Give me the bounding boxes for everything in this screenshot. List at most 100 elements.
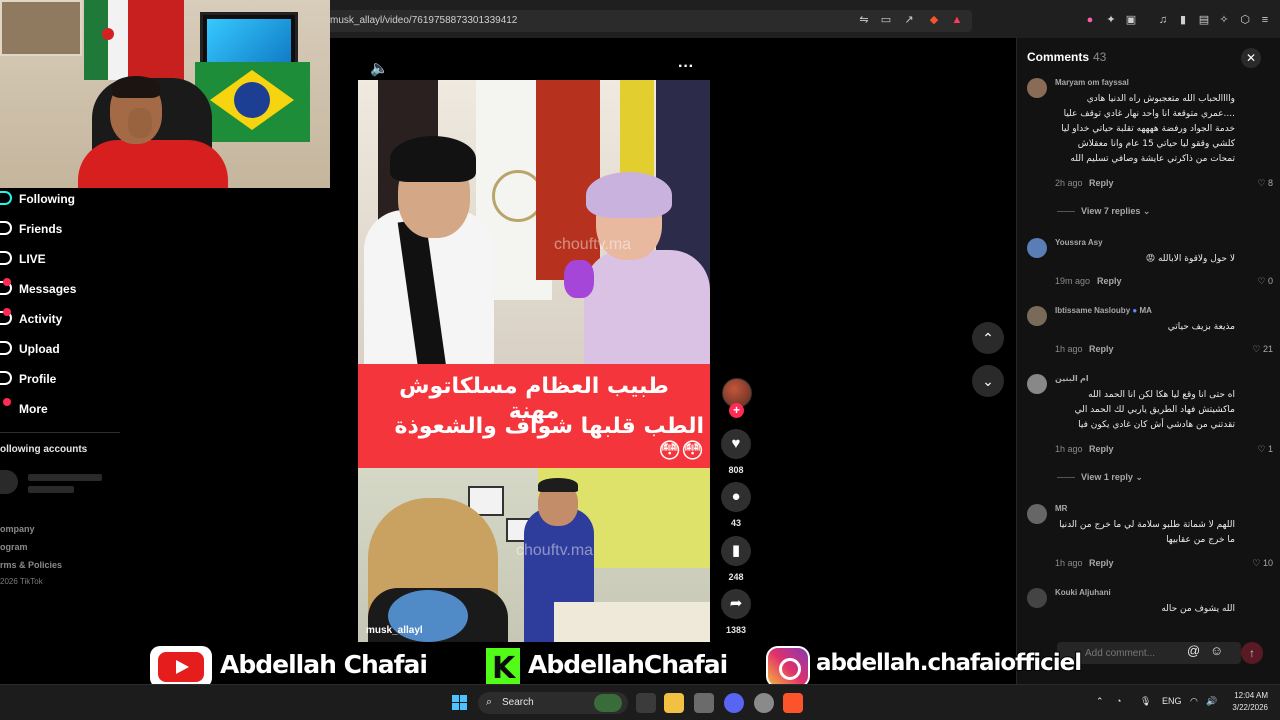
footer-link-company[interactable]: ompany (0, 524, 35, 534)
comment-like-count[interactable]: ♡ 1 (1237, 444, 1273, 455)
comment-username[interactable]: Kouki Aljuhani (1055, 588, 1111, 597)
comment-like-count[interactable]: ♡ 10 (1237, 558, 1273, 569)
follow-plus-icon[interactable]: + (729, 403, 744, 418)
skeleton-line (28, 474, 102, 481)
close-icon: ✕ (1245, 51, 1257, 65)
sidebar-item-live[interactable]: LIVE (0, 248, 140, 270)
sidebar-item-label: Following (19, 192, 75, 206)
file-explorer-icon[interactable] (664, 693, 684, 713)
view-replies-label: View 7 replies (1081, 206, 1141, 216)
search-highlight-icon[interactable] (594, 694, 622, 712)
video-player[interactable]: chouftv.ma طبيب العظام مسلكاتوش مهنة الط… (358, 80, 710, 642)
comment-username[interactable]: ام البنين (1055, 374, 1089, 383)
brave-rewards-icon[interactable]: ▲ (950, 13, 964, 27)
notification-dot (3, 308, 11, 316)
steam-icon[interactable] (754, 693, 774, 713)
comments-count: 43 (1093, 50, 1107, 64)
comment-username[interactable]: MR (1055, 504, 1067, 513)
footer-link-terms[interactable]: rms & Policies (0, 560, 62, 570)
sidebar-item-label: LIVE (19, 252, 46, 266)
comment-username[interactable]: Ibtissame Naslouby ● MA (1055, 306, 1152, 315)
comment-like-count[interactable]: ♡ 0 (1237, 276, 1273, 287)
comment-time: 19m ago (1055, 276, 1091, 286)
sidebar-item-more[interactable]: More (0, 398, 140, 420)
comment-like-count[interactable]: ♡ 21 (1237, 344, 1273, 355)
vpn-icon[interactable]: ⬡ (1238, 13, 1252, 27)
avatar[interactable] (1027, 588, 1047, 608)
task-view-icon[interactable] (636, 693, 656, 713)
view-replies-button[interactable]: View 1 reply ⌄ (1057, 472, 1143, 483)
next-video-button[interactable]: ⌄ (972, 365, 1004, 397)
video-doctor-cap (538, 478, 578, 492)
sidebar-item-messages[interactable]: Messages (0, 278, 140, 300)
discord-icon[interactable] (724, 693, 744, 713)
sidebar-item-profile[interactable]: Profile (0, 368, 140, 390)
like-button[interactable]: ♥ (721, 429, 751, 459)
comment-button[interactable]: ● (721, 482, 751, 512)
extension-icon[interactable]: ● (1083, 13, 1097, 27)
youtube-play-icon (158, 652, 204, 682)
comment-text: واااالحباب الله متعجبوش راه الدنيا هادي … (1061, 94, 1235, 164)
video-author[interactable]: musk_allayl (366, 625, 423, 636)
share-count: 1383 (725, 625, 747, 635)
sidebar-item-friends[interactable]: Friends (0, 218, 140, 240)
avatar[interactable] (1027, 374, 1047, 394)
close-comments-button[interactable]: ✕ (1241, 48, 1261, 68)
cast-icon[interactable]: ▭ (879, 13, 893, 27)
tray-mic-icon[interactable]: 🎙 (1140, 696, 1151, 707)
tray-volume-icon[interactable]: 🔊 (1206, 696, 1217, 707)
volume-icon[interactable]: 🔈 (370, 60, 389, 78)
comment-like-count[interactable]: ♡ 8 (1237, 178, 1273, 189)
reply-button[interactable]: Reply (1097, 276, 1122, 286)
bookmark-icon: ▮ (731, 542, 741, 559)
tray-network-icon[interactable]: ◔ (1116, 696, 1121, 706)
sidebar-toggle-icon[interactable]: ▮ (1176, 13, 1190, 27)
comment-username[interactable]: Maryam om fayssal (1055, 78, 1129, 87)
tray-wifi-icon[interactable]: ◠ (1190, 696, 1198, 707)
camera-app-icon[interactable] (694, 693, 714, 713)
brave-shield-icon[interactable]: ◆ (927, 13, 941, 27)
avatar[interactable] (1027, 238, 1047, 258)
tray-language[interactable]: ENG (1162, 696, 1182, 706)
reply-button[interactable]: Reply (1089, 444, 1114, 454)
translate-icon[interactable]: ⇋ (857, 13, 871, 27)
save-button[interactable]: ▮ (721, 536, 751, 566)
wallet-icon[interactable]: ▣ (1124, 13, 1138, 27)
reply-button[interactable]: Reply (1089, 558, 1114, 568)
menu-icon[interactable]: ≡ (1258, 13, 1272, 27)
avatar[interactable] (1027, 78, 1047, 98)
tray-overflow-icon[interactable]: ⌃ (1096, 696, 1104, 707)
tray-clock[interactable]: 12:04 AM 3/22/2026 (1228, 690, 1268, 714)
wallet-card-icon[interactable]: ▤ (1197, 13, 1211, 27)
music-icon[interactable]: ♫ (1156, 13, 1170, 27)
share-icon[interactable]: ↗ (902, 13, 916, 27)
sidebar-item-following[interactable]: Following (0, 188, 140, 210)
notification-dot (3, 398, 11, 406)
avatar[interactable] (1027, 306, 1047, 326)
comment-username[interactable]: Youssra Asy (1055, 238, 1103, 247)
view-replies-button[interactable]: View 7 replies ⌄ (1057, 206, 1150, 217)
cam-algeria-flag (84, 0, 132, 80)
comments-title: Comments (1027, 50, 1090, 64)
more-options-icon[interactable]: ··· (678, 58, 696, 76)
reply-button[interactable]: Reply (1089, 178, 1114, 188)
address-bar[interactable]: musk_allayl/video/7619758873301339412 (320, 10, 972, 32)
verified-badge-icon: ● (1132, 306, 1138, 315)
cam-streamer-hair (112, 76, 160, 98)
avatar[interactable] (1027, 504, 1047, 524)
extensions-puzzle-icon[interactable]: ✦ (1104, 13, 1118, 27)
video-caption-banner: طبيب العظام مسلكاتوش مهنة الطب قلبها شوا… (358, 364, 710, 468)
sidebar-item-label: Profile (19, 372, 57, 386)
share-button[interactable]: ➦ (721, 589, 751, 619)
reply-button[interactable]: Reply (1089, 344, 1114, 354)
brave-browser-icon[interactable] (783, 693, 803, 713)
previous-video-button[interactable]: ⌃ (972, 322, 1004, 354)
live-icon (0, 251, 12, 265)
comment-time: 2h ago (1055, 178, 1083, 188)
username-text: Ibtissame Naslouby (1055, 306, 1131, 315)
leo-ai-icon[interactable]: ✧ (1217, 13, 1231, 27)
sidebar-item-activity[interactable]: Activity (0, 308, 140, 330)
windows-start-icon[interactable] (452, 695, 468, 711)
footer-link-program[interactable]: ogram (0, 542, 28, 552)
sidebar-item-upload[interactable]: Upload (0, 338, 140, 360)
